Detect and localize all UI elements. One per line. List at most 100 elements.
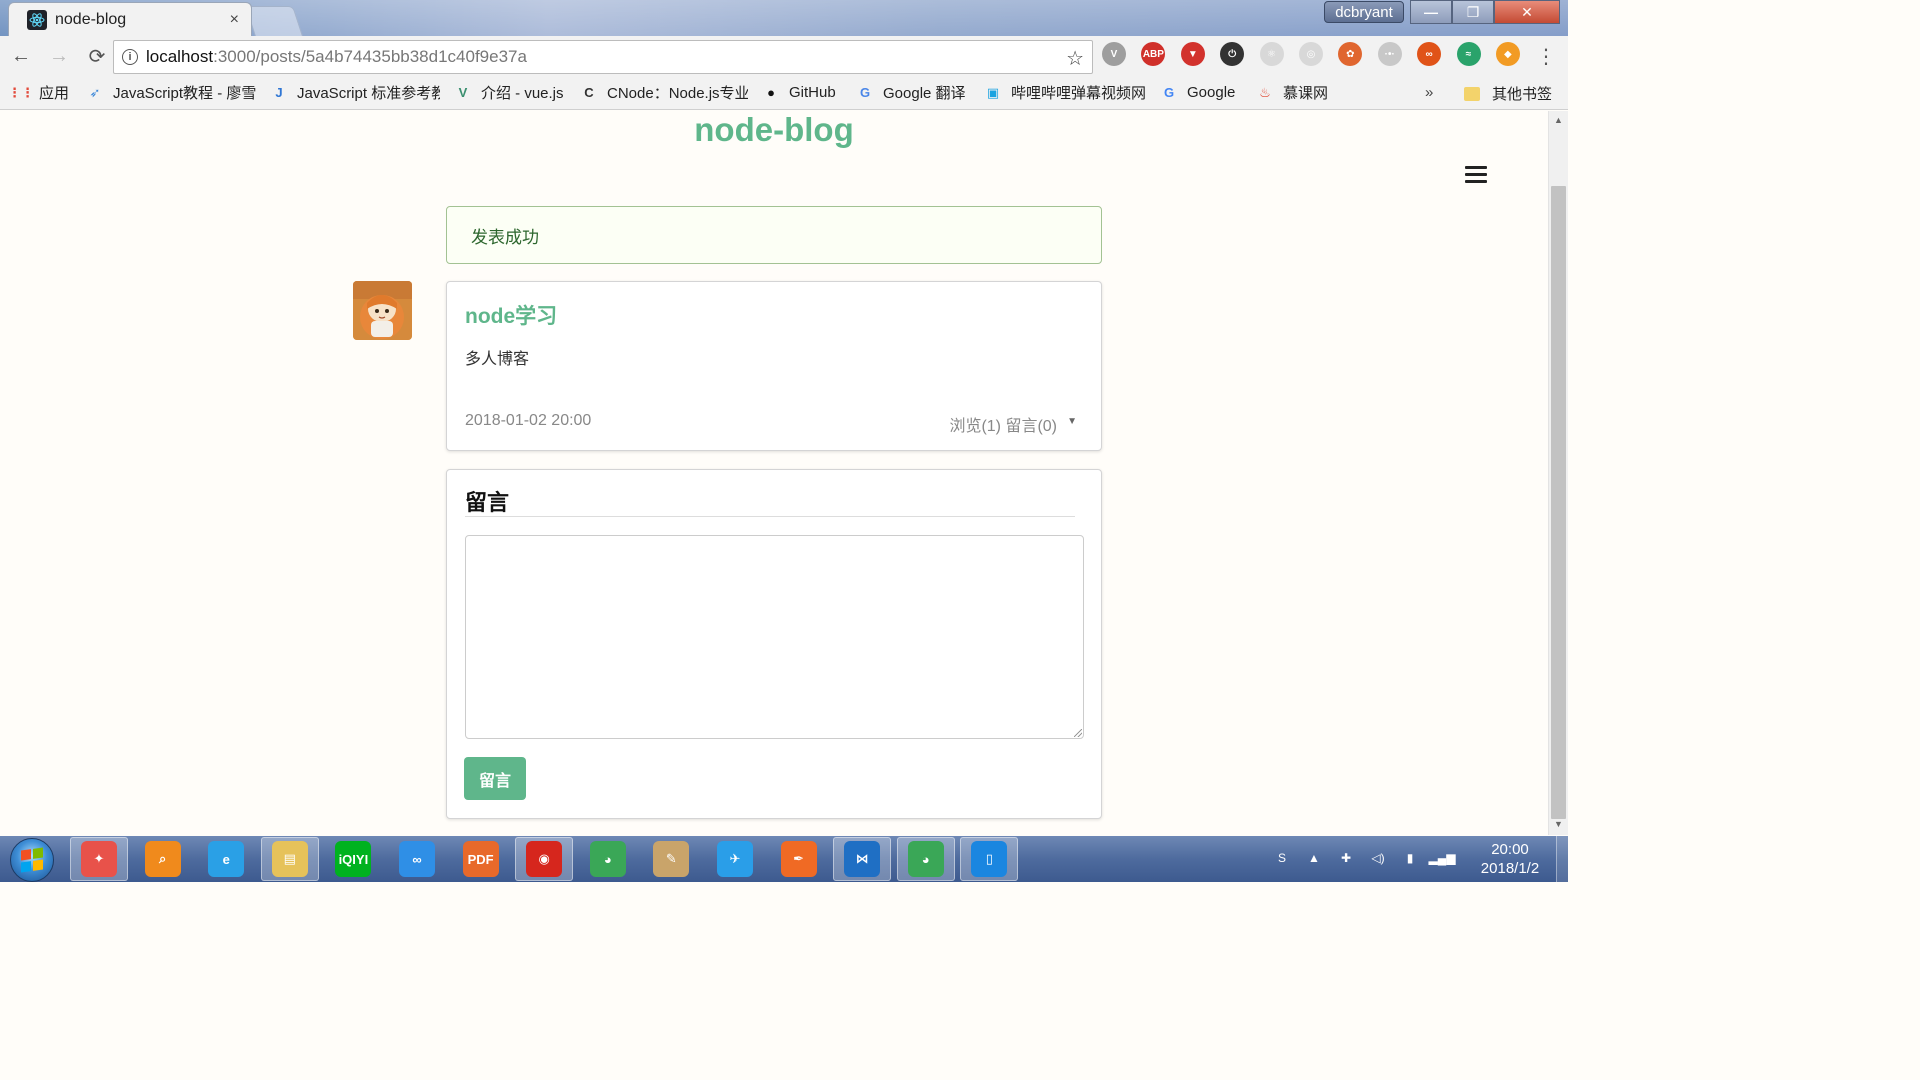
taskbar-ie[interactable]: e: [197, 837, 255, 881]
pinwheel-icon[interactable]: ✿: [1338, 42, 1363, 66]
scroll-up-arrow-icon[interactable]: ▲: [1554, 115, 1563, 125]
bookmark-js-reference[interactable]: J JavaScript 标准参考教: [270, 82, 440, 103]
sogou-input-icon[interactable]: S: [1272, 848, 1292, 868]
scroll-down-arrow-icon[interactable]: ▼: [1554, 819, 1563, 829]
bookmarks-bar: ⋮⋮ 应用 ➶ JavaScript教程 - 廖雪 J JavaScript 标准参考教 V…: [0, 76, 1568, 110]
bookmark-bilibili[interactable]: ▣ 哔哩哔哩弹幕视频网: [984, 82, 1146, 103]
taskbar-phone-app[interactable]: ▯: [960, 837, 1019, 881]
taskbar-bird-app[interactable]: ✈: [706, 837, 764, 881]
react-devtools-icon[interactable]: ⚛: [1259, 42, 1284, 66]
textarea-resize-grip-icon[interactable]: [1074, 729, 1082, 737]
post-actions-dropdown-icon[interactable]: ▼: [1067, 416, 1077, 427]
taskbar-vscode[interactable]: ⋈: [833, 837, 892, 881]
site-title[interactable]: node-blog: [0, 111, 1548, 149]
browser-menu-icon[interactable]: ⋮: [1536, 44, 1556, 69]
bookmark-google[interactable]: G Google: [1160, 84, 1242, 102]
phone-icon: ▯: [971, 841, 1008, 877]
circle-ext-icon[interactable]: ◎: [1298, 42, 1323, 66]
taskbar-baidu-cloud[interactable]: ∞: [388, 837, 446, 881]
taskbar-search-app[interactable]: ⌕: [134, 837, 192, 881]
new-tab-button[interactable]: [245, 6, 303, 36]
taskbar-pinwheel-app[interactable]: ✦: [70, 837, 128, 881]
folder-icon: [1464, 86, 1480, 101]
taskbar-apps: ✦ ⌕ e ▤ iQIYI ∞ PDF ◉ ◕ ✎ ✈ ✒ ⋈ ◕ ▯: [70, 837, 1024, 881]
bookmark-label: CNode：Node.js专业: [607, 85, 748, 102]
pdf-icon: PDF: [462, 841, 499, 877]
feather-icon: ✒: [780, 841, 817, 877]
adblock-plus-icon[interactable]: ABP: [1141, 42, 1166, 66]
vimium-icon[interactable]: V: [1102, 42, 1126, 66]
bookmark-js-tutorial[interactable]: ➶ JavaScript教程 - 廖雪: [86, 82, 256, 103]
j-icon: J: [275, 85, 283, 100]
infinity-icon[interactable]: ∞: [1417, 42, 1442, 66]
tab-title: node-blog: [55, 10, 127, 28]
tray-expand-icon[interactable]: ▲: [1304, 848, 1324, 868]
hamburger-menu-icon[interactable]: [1465, 166, 1487, 184]
taskbar-pdf[interactable]: PDF: [452, 837, 510, 881]
github-icon: ●: [767, 85, 775, 100]
taskbar-chrome-active[interactable]: ◕: [896, 837, 955, 881]
minimize-button[interactable]: —: [1410, 0, 1452, 24]
internet-explorer-icon: e: [208, 841, 245, 877]
bookmark-label: Google: [1187, 84, 1236, 101]
taskbar-netease-music[interactable]: ◉: [515, 837, 574, 881]
other-bookmarks-folder[interactable]: 其他书签: [1464, 83, 1552, 104]
flame-icon: ♨: [1259, 84, 1271, 100]
reload-button[interactable]: ⟳: [80, 39, 114, 73]
restore-button[interactable]: ❐: [1452, 0, 1494, 24]
tab-node-blog[interactable]: node-blog ×: [8, 2, 252, 36]
power-icon[interactable]: ⏻: [1220, 42, 1245, 66]
window-controls: — ❐ ✕: [1410, 0, 1560, 24]
site-info-icon[interactable]: i: [122, 49, 138, 65]
network-status-icon[interactable]: ✚: [1336, 848, 1356, 868]
back-button[interactable]: ←: [4, 39, 38, 73]
forward-button[interactable]: →: [42, 39, 76, 73]
bookmark-cnode[interactable]: C CNode：Node.js专业: [580, 82, 748, 103]
bookmark-imooc[interactable]: ♨ 慕课网: [1256, 82, 1330, 103]
folder-icon: ▤: [271, 841, 308, 877]
bird-icon: ✈: [716, 841, 753, 877]
vscode-icon: ⋈: [844, 841, 881, 877]
show-desktop-button[interactable]: [1556, 836, 1568, 882]
close-window-button[interactable]: ✕: [1494, 0, 1560, 24]
address-bar[interactable]: i localhost:3000/posts/5a4b74435bb38d1c4…: [113, 40, 1093, 74]
profile-badge[interactable]: dcbryant: [1324, 1, 1404, 23]
post-content: 多人博客: [465, 351, 530, 368]
more-bookmarks-chevron-icon[interactable]: »: [1425, 84, 1433, 101]
bilibili-icon: ▣: [986, 84, 1000, 100]
page-scrollbar[interactable]: ▲ ▼: [1548, 111, 1568, 835]
cloud-icon: ∞: [398, 841, 435, 877]
bookmark-star-icon[interactable]: ☆: [1066, 46, 1084, 71]
shield-icon[interactable]: ▼: [1180, 42, 1205, 66]
bookmark-label: GitHub: [789, 84, 836, 101]
bookmark-google-translate[interactable]: G Google 翻译: [856, 82, 970, 103]
bookmark-vue[interactable]: V 介绍 - vue.js: [454, 82, 566, 103]
taskbar-clock[interactable]: 20:00 2018/1/2: [1472, 840, 1548, 878]
magnifier-icon: ⌕: [144, 841, 181, 877]
taskbar-chrome[interactable]: ◕: [579, 837, 637, 881]
bookmark-github[interactable]: ● GitHub: [762, 84, 842, 102]
scrollbar-thumb[interactable]: [1551, 186, 1566, 819]
tab-close-icon[interactable]: ×: [230, 11, 239, 29]
start-button[interactable]: [10, 838, 54, 882]
post-title[interactable]: node学习: [465, 300, 557, 330]
translate-icon: G: [859, 85, 871, 100]
system-tray: S ▲ ✚ ◁) ▮ ▂▄▆: [1272, 848, 1464, 868]
fish-ext-icon[interactable]: ◆: [1495, 42, 1520, 66]
taskbar-iqiyi[interactable]: iQIYI: [324, 837, 382, 881]
other-bookmarks-label: 其他书签: [1492, 86, 1553, 103]
comment-textarea[interactable]: [465, 535, 1084, 739]
taskbar-feather-app[interactable]: ✒: [770, 837, 828, 881]
swift-ext-icon[interactable]: ≈: [1456, 42, 1481, 66]
signal-icon[interactable]: ▂▄▆: [1429, 848, 1456, 868]
dots-ext-icon[interactable]: ·•·: [1377, 42, 1402, 66]
submit-comment-button[interactable]: 留言: [464, 757, 526, 800]
battery-icon[interactable]: ▮: [1400, 848, 1420, 868]
comment-heading: 留言: [465, 490, 510, 515]
volume-icon[interactable]: ◁): [1368, 848, 1388, 868]
bookmark-apps[interactable]: ⋮⋮ 应用: [12, 82, 72, 103]
author-avatar[interactable]: [353, 281, 412, 340]
taskbar-paint[interactable]: ✎: [642, 837, 700, 881]
bookmark-list: ⋮⋮ 应用 ➶ JavaScript教程 - 廖雪 J JavaScript 标准参考教 V…: [12, 82, 1344, 103]
taskbar-explorer[interactable]: ▤: [260, 837, 319, 881]
